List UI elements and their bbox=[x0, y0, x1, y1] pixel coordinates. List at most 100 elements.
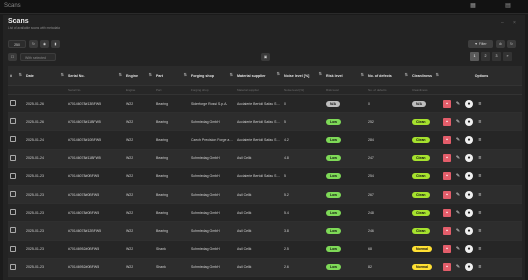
more-button[interactable]: ≡ bbox=[476, 118, 484, 126]
edit-button[interactable]: ✎ bbox=[454, 245, 462, 253]
row-select-cell[interactable] bbox=[8, 240, 24, 259]
more-button[interactable]: ≡ bbox=[476, 227, 484, 235]
row-checkbox[interactable] bbox=[10, 118, 16, 125]
page-2-button[interactable]: 2 bbox=[481, 52, 490, 61]
row-select-cell[interactable] bbox=[8, 185, 24, 205]
col-header-noise-level[interactable]: Noise level [%] ⇅ bbox=[282, 66, 324, 86]
edit-button[interactable]: ✎ bbox=[454, 209, 462, 217]
table-row[interactable]: 2025-01-23 #70146078#12BFW5 W22 Bearing Schm… bbox=[8, 221, 522, 241]
row-checkbox[interactable] bbox=[10, 100, 16, 107]
minimize-icon[interactable]: – bbox=[501, 20, 504, 26]
filter-noise-input[interactable]: Noise level [%] bbox=[282, 85, 324, 95]
view-button[interactable]: ● bbox=[465, 99, 473, 108]
row-select-cell[interactable] bbox=[8, 149, 24, 168]
next-page-button[interactable]: » bbox=[503, 52, 512, 61]
edit-button[interactable]: ✎ bbox=[454, 227, 462, 235]
delete-button[interactable]: ▪ bbox=[443, 208, 451, 217]
more-button[interactable]: ≡ bbox=[476, 154, 484, 162]
table-row[interactable]: 2025-01-23 #70146952#0BFW5 W22 Shank Schmied… bbox=[8, 240, 522, 259]
edit-button[interactable]: ✎ bbox=[454, 118, 462, 126]
row-checkbox[interactable] bbox=[10, 245, 16, 252]
more-button[interactable]: ≡ bbox=[476, 100, 484, 108]
edit-button[interactable]: ✎ bbox=[454, 263, 462, 271]
col-header-part[interactable]: Part ⇅ bbox=[154, 66, 189, 86]
row-checkbox[interactable] bbox=[10, 154, 16, 161]
delete-button[interactable]: ▪ bbox=[443, 135, 451, 144]
more-button[interactable]: ≡ bbox=[476, 209, 484, 217]
edit-button[interactable]: ✎ bbox=[454, 191, 462, 199]
delete-button[interactable]: ▪ bbox=[443, 245, 451, 254]
col-header-cleanliness[interactable]: Cleanliness ⇅ bbox=[410, 66, 441, 86]
view-button[interactable]: ● bbox=[465, 263, 473, 272]
more-button[interactable]: ≡ bbox=[476, 263, 484, 271]
table-row[interactable]: 2025-01-26 #70146078#11BFW5 W22 Bearing Schm… bbox=[8, 112, 522, 132]
edit-button[interactable]: ✎ bbox=[454, 172, 462, 180]
more-button[interactable]: ≡ bbox=[476, 172, 484, 180]
col-header-engine[interactable]: Engine ⇅ bbox=[124, 66, 154, 86]
delete-button[interactable]: ▪ bbox=[443, 117, 451, 126]
row-select-cell[interactable] bbox=[8, 94, 24, 114]
filter-engine-input[interactable]: Engine bbox=[124, 85, 154, 95]
row-select-cell[interactable] bbox=[8, 167, 24, 186]
filter-supplier-input[interactable]: Material supplier bbox=[235, 85, 282, 95]
page-3-button[interactable]: 3 bbox=[492, 52, 501, 61]
filter-cleanliness-input[interactable]: Cleanliness bbox=[410, 85, 441, 95]
delete-button[interactable]: ▪ bbox=[443, 99, 451, 108]
table-row[interactable]: 2025-01-24 #70146078#10BFW5 W22 Bearing Czec… bbox=[8, 130, 522, 150]
col-header-date[interactable]: Date ⇅ bbox=[24, 66, 66, 86]
view-button[interactable]: ● bbox=[465, 117, 473, 126]
view-button[interactable]: ● bbox=[465, 172, 473, 181]
delete-button[interactable]: ▪ bbox=[443, 172, 451, 181]
col-header-defects[interactable]: No. of defects ⇅ bbox=[366, 66, 410, 86]
menu-icon[interactable]: ▤ bbox=[505, 3, 511, 9]
col-header-serial[interactable]: Serial No. ⇅ bbox=[66, 66, 124, 86]
page-1-button[interactable]: 1 bbox=[470, 52, 479, 61]
delete-button[interactable]: ▪ bbox=[443, 154, 451, 163]
row-select-cell[interactable] bbox=[8, 112, 24, 132]
col-header-risk-level[interactable]: Risk level ⇅ bbox=[324, 66, 366, 86]
row-select-cell[interactable] bbox=[8, 203, 24, 223]
view-button[interactable]: ● bbox=[465, 135, 473, 144]
row-checkbox[interactable] bbox=[10, 172, 16, 179]
row-checkbox[interactable] bbox=[10, 263, 16, 270]
row-select-cell[interactable] bbox=[8, 258, 24, 277]
edit-button[interactable]: ✎ bbox=[454, 136, 462, 144]
view-button[interactable]: ● bbox=[465, 245, 473, 254]
delete-button[interactable]: ▪ bbox=[443, 226, 451, 235]
filter-serial-input[interactable]: Serial No. bbox=[66, 85, 124, 95]
view-button[interactable]: ● bbox=[465, 154, 473, 163]
table-row[interactable]: 2025-01-23 #70146952#0BFW5 W22 Shank Schmied… bbox=[8, 258, 522, 277]
with-selected-select[interactable]: With selected bbox=[20, 53, 56, 61]
table-row[interactable]: 2025-01-23 #70146078#0BFW5 W22 Bearing Schmi… bbox=[8, 167, 522, 186]
more-button[interactable]: ≡ bbox=[476, 245, 484, 253]
more-button[interactable]: ≡ bbox=[476, 191, 484, 199]
view-button[interactable]: ● bbox=[465, 226, 473, 235]
close-icon[interactable]: × bbox=[513, 20, 516, 26]
row-select-cell[interactable] bbox=[8, 221, 24, 241]
select-all-button[interactable]: ☐ bbox=[8, 53, 17, 61]
grid-icon[interactable]: ▦ bbox=[470, 3, 476, 9]
row-checkbox[interactable] bbox=[10, 209, 16, 216]
reload-button[interactable]: ↻ bbox=[507, 40, 516, 48]
row-checkbox[interactable] bbox=[10, 136, 16, 143]
filter-part-input[interactable]: Part bbox=[154, 85, 189, 95]
row-select-cell[interactable] bbox=[8, 130, 24, 150]
view-button[interactable]: ● bbox=[465, 208, 473, 217]
filter-risk-input[interactable]: Risk level bbox=[324, 85, 366, 95]
col-header-index[interactable]: # ⇅ bbox=[8, 66, 24, 86]
clear-filter-button[interactable]: ⊘ bbox=[496, 40, 505, 48]
col-header-material-supplier[interactable]: Material supplier ⇅ bbox=[235, 66, 282, 86]
more-button[interactable]: ≡ bbox=[476, 136, 484, 144]
filter-defects-input[interactable]: No. of defects bbox=[366, 85, 410, 95]
view-button[interactable]: ● bbox=[465, 190, 473, 199]
delete-button[interactable]: ▪ bbox=[443, 263, 451, 272]
visibility-button[interactable]: ◉ bbox=[40, 40, 49, 48]
edit-button[interactable]: ✎ bbox=[454, 100, 462, 108]
table-row[interactable]: 2025-01-23 #70146078#0BFW5 W22 Bearing Schmi… bbox=[8, 185, 522, 205]
delete-button[interactable]: ▪ bbox=[443, 190, 451, 199]
table-row[interactable]: 2025-01-23 #70146078#0BFW5 W22 Bearing Schmi… bbox=[8, 203, 522, 223]
table-row[interactable]: 2025-01-26 #70146078#13BFW5 W22 Bearing Side… bbox=[8, 94, 522, 114]
filter-button[interactable]: ▼ Filter bbox=[468, 40, 493, 48]
row-checkbox[interactable] bbox=[10, 227, 16, 234]
row-checkbox[interactable] bbox=[10, 191, 16, 198]
